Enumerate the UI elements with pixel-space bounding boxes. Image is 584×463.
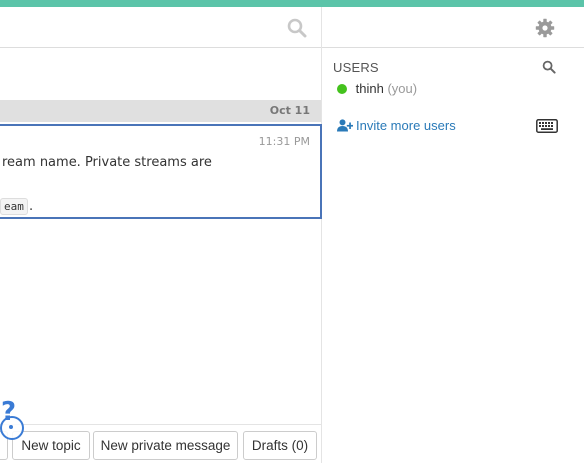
search-bar[interactable]: [0, 7, 321, 48]
date-separator: Oct 11: [0, 100, 321, 122]
users-heading: USERS: [333, 60, 379, 75]
column-divider: [321, 7, 322, 463]
invite-users-link[interactable]: Invite more users: [337, 118, 456, 133]
compose-buttons: New topic New private message Drafts (0): [0, 424, 321, 463]
message-timestamp[interactable]: 11:31 PM: [259, 135, 310, 148]
help-dot: [9, 425, 13, 429]
search-icon[interactable]: [287, 18, 307, 38]
user-plus-icon: [337, 119, 353, 132]
right-header: [322, 7, 584, 48]
user-name[interactable]: thinh: [356, 81, 384, 96]
users-search-icon[interactable]: [542, 60, 556, 74]
presence-active-icon: [337, 84, 347, 94]
help-question-icon[interactable]: ?: [1, 397, 16, 427]
invite-users-label[interactable]: Invite more users: [356, 118, 456, 133]
message-trailing-text: .: [29, 199, 34, 214]
message-text: ream name. Private streams are: [2, 155, 212, 170]
top-accent-bar: [0, 0, 584, 7]
date-label: Oct 11: [269, 104, 310, 117]
new-topic-button[interactable]: New topic: [12, 431, 90, 460]
selected-message[interactable]: 11:31 PM ream name. Private streams are …: [0, 124, 322, 219]
user-you-tag: (you): [387, 81, 418, 96]
message-inline-code: eam: [0, 198, 28, 215]
keyboard-icon[interactable]: [536, 119, 558, 133]
gear-icon[interactable]: [535, 18, 555, 38]
drafts-button[interactable]: Drafts (0): [243, 431, 317, 460]
new-private-message-button[interactable]: New private message: [93, 431, 238, 460]
user-list-item[interactable]: thinh (you): [337, 81, 417, 96]
